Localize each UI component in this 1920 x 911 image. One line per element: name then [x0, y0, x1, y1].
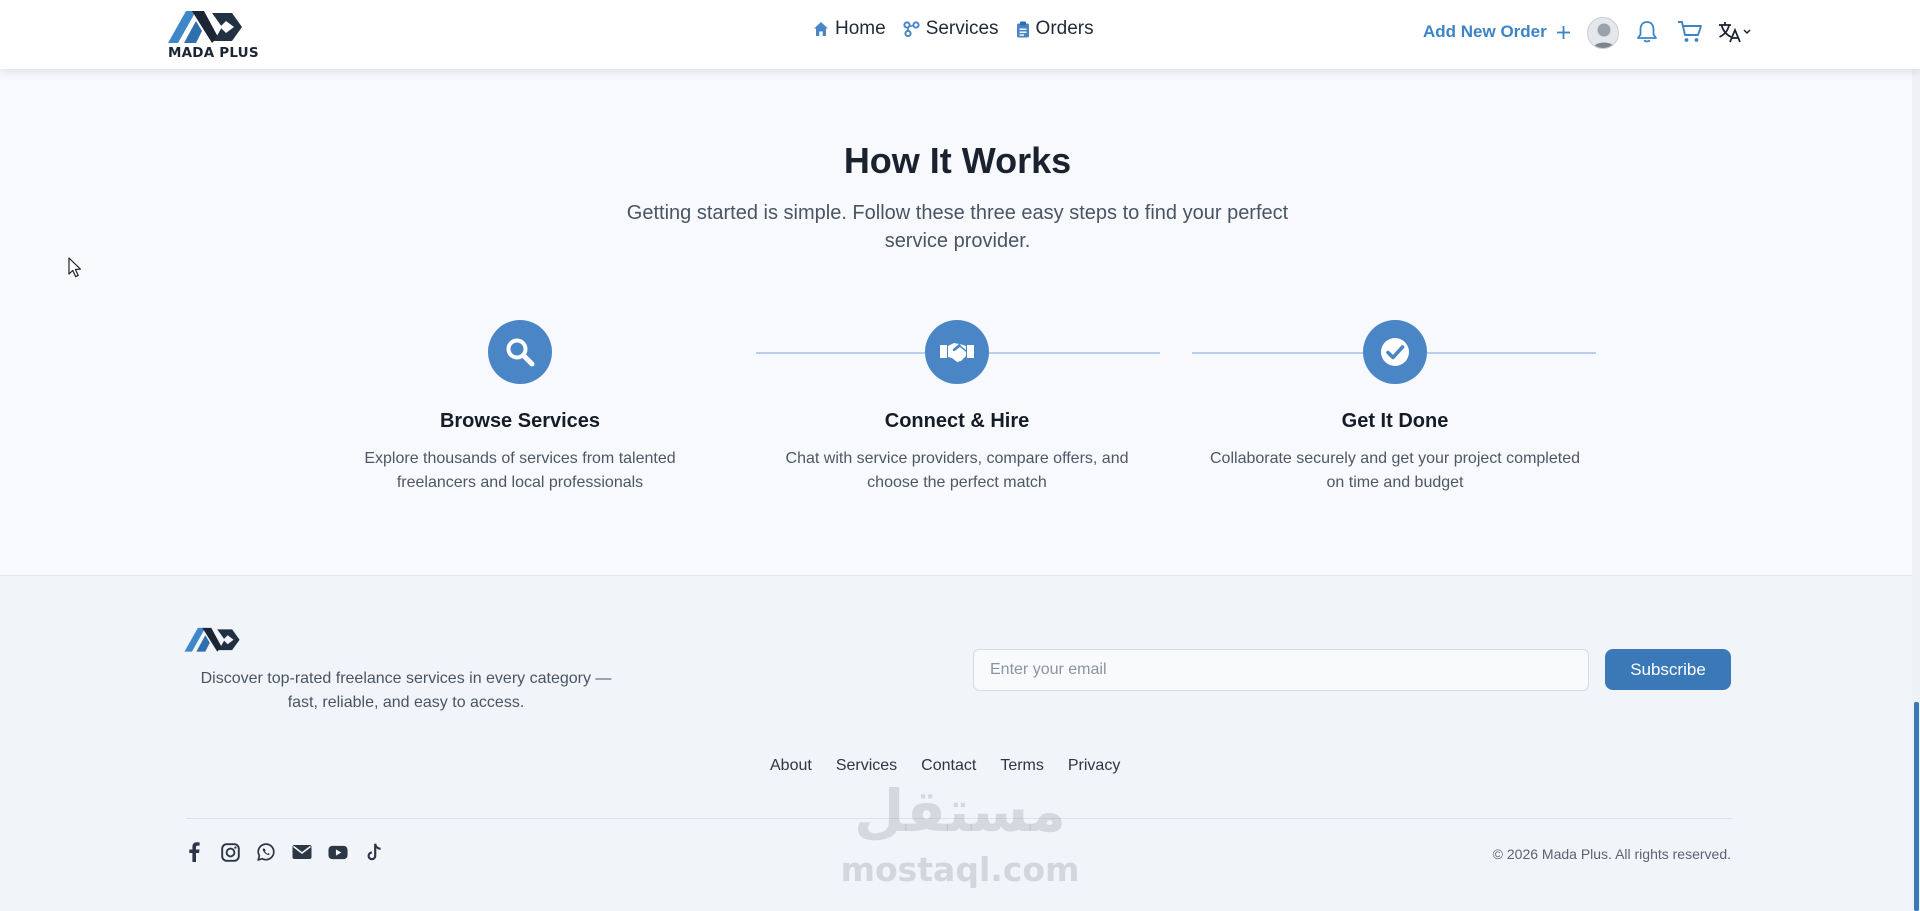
- footer-links: About Services Contact Terms Privacy: [770, 757, 1120, 775]
- plus-icon: [1556, 25, 1570, 39]
- whatsapp-link[interactable]: [256, 842, 276, 862]
- how-it-works-title: How It Works: [843, 140, 1072, 181]
- step-browse-services: Browse Services Explore thousands of ser…: [320, 320, 720, 495]
- step-title: Connect & Hire: [884, 410, 1030, 432]
- chevron-down-icon: [1743, 29, 1751, 35]
- home-icon: [814, 22, 828, 36]
- envelope-icon: [292, 845, 312, 859]
- language-switcher[interactable]: [1718, 20, 1752, 49]
- facebook-link[interactable]: [184, 842, 204, 862]
- step-description: Collaborate securely and get your projec…: [1210, 450, 1580, 491]
- youtube-icon: [328, 845, 348, 859]
- nav-services[interactable]: Services: [903, 18, 999, 40]
- mada-plus-logo[interactable]: MADA PLUS: [166, 7, 266, 61]
- instagram-icon: [220, 842, 240, 862]
- step-icon-circle: [1363, 320, 1427, 384]
- services-icon: [903, 21, 920, 37]
- email-link[interactable]: [292, 842, 312, 862]
- footer-link-about[interactable]: About: [770, 757, 812, 775]
- watermark-arabic: مستقل: [853, 777, 1067, 845]
- nav-home-label: Home: [835, 18, 886, 39]
- step-description: Explore thousands of services from talen…: [364, 450, 676, 491]
- step-title: Browse Services: [439, 410, 601, 432]
- facebook-icon: [189, 842, 200, 862]
- whatsapp-icon: [257, 843, 275, 861]
- step-title: Get It Done: [1341, 410, 1449, 432]
- how-it-works-subtitle: Getting started is simple. Follow these …: [626, 202, 1289, 252]
- subscribe-button[interactable]: Subscribe: [1605, 649, 1731, 690]
- bell-icon: [1637, 21, 1657, 43]
- user-avatar-icon: [1588, 18, 1618, 48]
- clipboard-icon: [1016, 21, 1029, 37]
- scrollbar-thumb[interactable]: [1914, 702, 1919, 911]
- page-scrollbar[interactable]: [1912, 0, 1920, 911]
- step-icon-circle: [925, 320, 989, 384]
- handshake-icon: [940, 343, 974, 362]
- footer-description: Discover top-rated freelance services in…: [200, 670, 612, 711]
- step-connect-hire: Connect & Hire Chat with service provide…: [757, 320, 1157, 495]
- copyright-text: © 2026 Mada Plus. All rights reserved.: [1492, 846, 1731, 862]
- logo-mark-icon: [184, 627, 240, 652]
- tiktok-link[interactable]: [364, 842, 384, 862]
- instagram-link[interactable]: [220, 842, 240, 862]
- search-icon: [506, 338, 535, 367]
- watermark-latin: mostaql.com: [840, 850, 1080, 889]
- footer-link-privacy[interactable]: Privacy: [1068, 757, 1120, 775]
- logo-text: MADA PLUS: [168, 45, 259, 61]
- footer-link-services[interactable]: Services: [836, 757, 897, 775]
- translate-icon: [1719, 22, 1751, 43]
- mouse-cursor-icon: [68, 257, 82, 283]
- cart-icon: [1678, 21, 1702, 42]
- footer-logo[interactable]: [183, 622, 247, 661]
- footer-link-terms[interactable]: Terms: [1000, 757, 1044, 775]
- notifications-button[interactable]: [1636, 20, 1658, 49]
- nav-orders-label: Orders: [1035, 18, 1094, 39]
- social-links: [184, 842, 384, 862]
- logo-mark-icon: [168, 11, 242, 43]
- user-avatar[interactable]: [1587, 17, 1619, 49]
- step-get-it-done: Get It Done Collaborate securely and get…: [1195, 320, 1595, 495]
- newsletter-email-input[interactable]: [973, 649, 1589, 691]
- step-description: Chat with service providers, compare off…: [785, 450, 1129, 491]
- footer-link-contact[interactable]: Contact: [921, 757, 976, 775]
- top-navbar: MADA PLUS Home Services Orders Add New O…: [0, 0, 1920, 69]
- cart-button[interactable]: [1677, 20, 1703, 49]
- nav-home[interactable]: Home: [813, 18, 886, 40]
- nav-services-label: Services: [925, 18, 999, 39]
- nav-orders[interactable]: Orders: [1016, 18, 1094, 40]
- check-circle-icon: [1381, 338, 1409, 366]
- tiktok-icon: [366, 843, 381, 860]
- add-new-order-label: Add New Order: [1423, 22, 1547, 41]
- step-icon-circle: [488, 320, 552, 384]
- main-nav: Home Services Orders: [813, 18, 1094, 40]
- add-new-order-button[interactable]: Add New Order: [1423, 22, 1571, 42]
- youtube-link[interactable]: [328, 842, 348, 862]
